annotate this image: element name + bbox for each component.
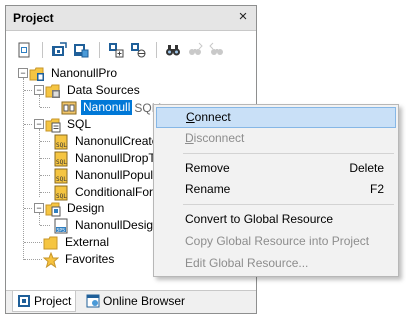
tree-item-sql[interactable]: SQL bbox=[45, 116, 93, 133]
tree-connector bbox=[40, 107, 50, 108]
tree-connector bbox=[24, 124, 32, 125]
menu-item-disconnect[interactable]: Disconnect bbox=[156, 128, 396, 149]
sql-file-icon: SQL bbox=[54, 151, 68, 166]
save-project-button[interactable] bbox=[71, 40, 91, 60]
find-previous-button[interactable] bbox=[207, 40, 227, 60]
find-next-icon bbox=[189, 42, 203, 55]
tree-item-data-sources[interactable]: Data Sources bbox=[45, 82, 142, 99]
panel-titlebar: Project × bbox=[6, 6, 256, 31]
collapse-data-sources-toggle[interactable]: − bbox=[34, 85, 44, 95]
tree-connector bbox=[24, 90, 32, 91]
menu-item-connect[interactable]: Connect bbox=[156, 107, 396, 128]
collapse-design-toggle[interactable]: − bbox=[34, 203, 44, 213]
toolbar-separator bbox=[156, 42, 157, 58]
design-folder-icon bbox=[45, 202, 61, 216]
add-global-resource-button[interactable] bbox=[128, 40, 148, 60]
data-sources-folder-icon bbox=[45, 84, 60, 98]
tab-online-browser[interactable]: Online Browser bbox=[82, 291, 189, 311]
menu-item-convert-global-resource[interactable]: Convert to Global Resource bbox=[156, 209, 396, 230]
collapse-root-toggle[interactable]: − bbox=[18, 68, 28, 78]
find-previous-icon bbox=[209, 42, 223, 55]
tree-connector bbox=[39, 95, 40, 107]
find-next-button[interactable] bbox=[185, 40, 205, 60]
tree-connector bbox=[40, 141, 50, 142]
add-to-project-button[interactable] bbox=[106, 40, 126, 60]
collapse-sql-toggle[interactable]: − bbox=[34, 119, 44, 129]
tree-item-sql-file[interactable]: SQL ConditionalForm bbox=[53, 184, 165, 201]
sql-file-icon: SQL bbox=[54, 134, 68, 149]
svg-text:SQL: SQL bbox=[56, 142, 67, 149]
menu-item-edit-global-resource[interactable]: Edit Global Resource... bbox=[156, 253, 396, 274]
menu-item-rename[interactable]: Rename F2 bbox=[156, 179, 396, 200]
menu-separator bbox=[183, 153, 394, 154]
tree-item-design-file[interactable]: SPS NanonullDesign bbox=[53, 217, 162, 234]
tree-item-root[interactable]: NanonullPro bbox=[29, 65, 119, 82]
svg-text:SQL: SQL bbox=[56, 176, 67, 183]
toolbar-separator bbox=[42, 42, 43, 58]
sql-file-icon: SQL bbox=[54, 168, 68, 183]
toolbar-separator bbox=[99, 42, 100, 58]
star-icon bbox=[43, 251, 59, 268]
new-project-button[interactable] bbox=[14, 40, 34, 60]
tree-item-sql-file[interactable]: SQL NanonullDropTa bbox=[53, 150, 163, 167]
new-project-icon bbox=[18, 42, 30, 58]
sql-file-icon: SQL bbox=[54, 185, 68, 200]
menu-separator bbox=[183, 204, 394, 205]
context-menu: Connect Disconnect Remove Delete Rename … bbox=[153, 104, 399, 277]
panel-title: Project bbox=[13, 11, 54, 25]
menu-item-copy-global-resource[interactable]: Copy Global Resource into Project bbox=[156, 231, 396, 252]
find-icon bbox=[166, 45, 180, 56]
save-project-icon bbox=[74, 44, 89, 58]
tree-connector bbox=[24, 208, 32, 209]
panel-tab-strip: Project Online Browser bbox=[6, 290, 256, 313]
project-tab-icon bbox=[18, 295, 30, 307]
add-to-project-icon bbox=[109, 43, 124, 58]
svg-text:SQL: SQL bbox=[56, 159, 67, 166]
tree-connector bbox=[39, 129, 40, 197]
tree-item-design[interactable]: Design bbox=[45, 200, 106, 217]
design-file-icon: SPS bbox=[54, 218, 68, 233]
tree-connector bbox=[24, 259, 42, 260]
tree-connector bbox=[40, 225, 50, 226]
add-global-resource-icon bbox=[131, 43, 146, 58]
tree-connector bbox=[40, 175, 50, 176]
tree-item-favorites[interactable]: Favorites bbox=[43, 251, 116, 268]
tab-project[interactable]: Project bbox=[12, 291, 77, 312]
menu-item-remove[interactable]: Remove Delete bbox=[156, 158, 396, 179]
close-button[interactable]: × bbox=[234, 8, 252, 26]
tree-connector bbox=[39, 213, 40, 225]
database-connection-icon bbox=[61, 101, 77, 114]
find-button[interactable] bbox=[163, 40, 183, 60]
tree-connector bbox=[40, 158, 50, 159]
online-browser-icon bbox=[86, 294, 100, 308]
tree-item-external[interactable]: External bbox=[43, 234, 111, 251]
tree-connector bbox=[23, 78, 24, 260]
tree-connector bbox=[40, 192, 50, 193]
svg-text:SPS: SPS bbox=[57, 227, 66, 233]
tree-item-sql-file[interactable]: SQL NanonullPopula bbox=[53, 167, 162, 184]
project-toolbar bbox=[14, 40, 250, 60]
open-project-button[interactable] bbox=[49, 40, 69, 60]
open-project-icon bbox=[52, 42, 67, 56]
sql-folder-icon bbox=[45, 118, 61, 132]
folder-icon bbox=[43, 236, 58, 249]
tree-item-sql-file[interactable]: SQL NanonullCreateT bbox=[53, 133, 168, 150]
project-icon bbox=[29, 67, 44, 81]
tree-connector bbox=[24, 242, 42, 243]
svg-text:SQL: SQL bbox=[56, 193, 67, 200]
